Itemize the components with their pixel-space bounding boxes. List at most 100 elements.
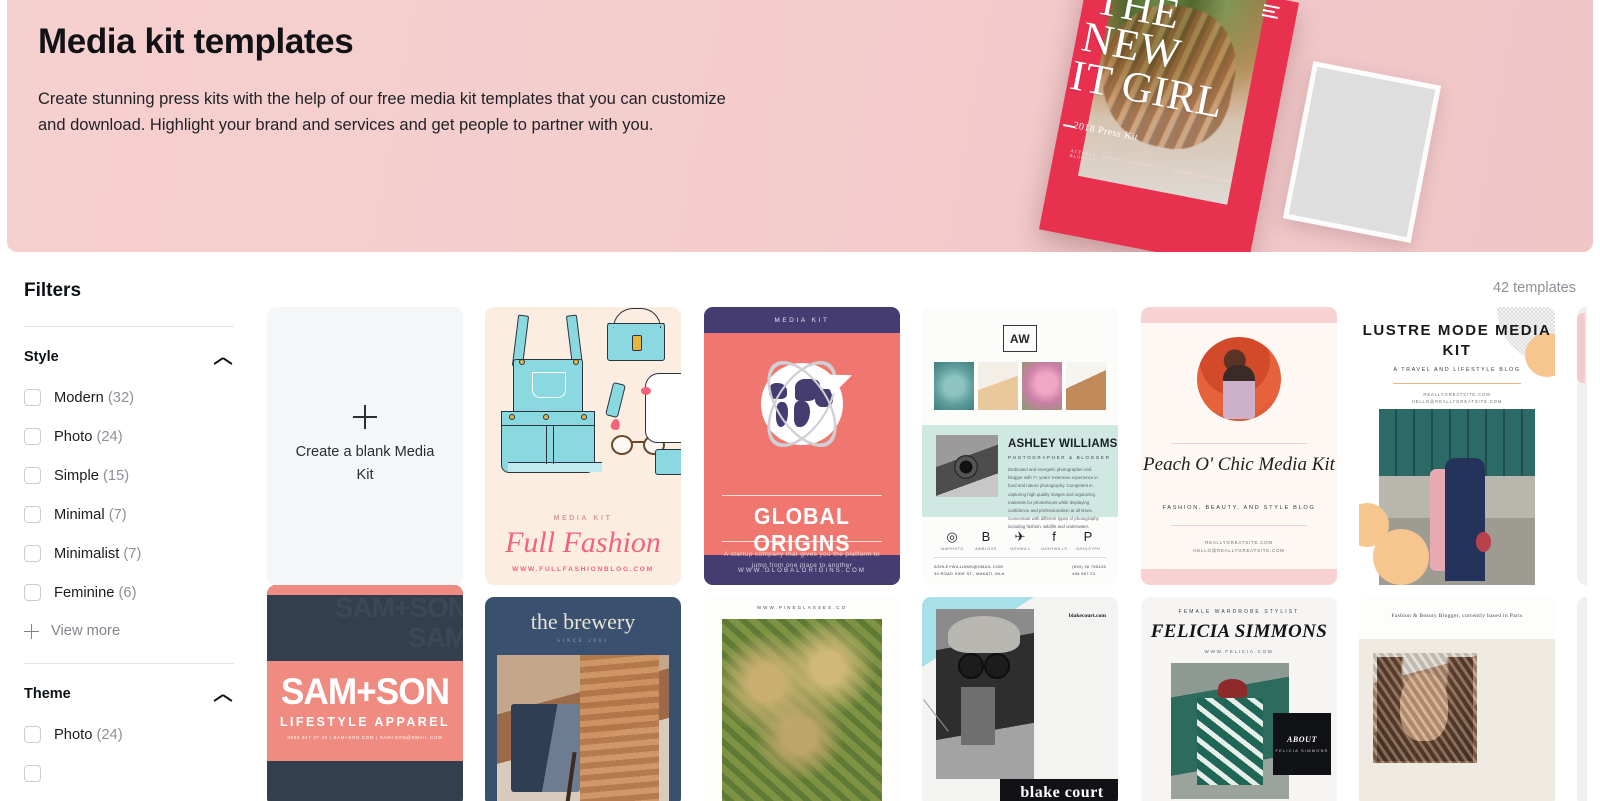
contact-phone: (639) 36 755425 [1072, 564, 1106, 569]
media-kit-kicker: MEDIA KIT [774, 316, 830, 324]
about-title: ABOUT [1286, 734, 1318, 744]
checkbox-feminine[interactable] [24, 584, 41, 601]
pineapple-photo [722, 619, 882, 801]
facebook-icon: f [1052, 529, 1056, 544]
social-item: B AWBLOGS [970, 529, 1002, 551]
template-url: REALLYGREATSITE.COM [1205, 540, 1273, 545]
template-title: blake court [1000, 779, 1118, 801]
chevron-up-icon[interactable] [212, 351, 234, 363]
chevron-up-icon[interactable] [212, 688, 234, 700]
template-url: blakecourt.com [1068, 613, 1106, 619]
filter-option-partial[interactable] [24, 765, 234, 782]
filter-option-theme-photo[interactable]: Photo (24) [24, 726, 234, 743]
pinterest-icon: P [1083, 529, 1093, 544]
globe-icon [753, 349, 857, 459]
filter-section-theme-title: Theme [24, 686, 71, 702]
ghost-line-1: SAM+SON [334, 592, 463, 623]
divider [1171, 443, 1307, 444]
filter-section-style-title: Style [24, 349, 59, 365]
filter-option-minimalist[interactable]: Minimalist (7) [24, 545, 234, 562]
template-contact: 0995 947 37 45 | SAM+SON.COM | SAM+SON@E… [287, 735, 443, 740]
social-handle: AWBLOGS [975, 547, 997, 551]
contact-footer: ASHLEYWILLIAMS@GMAIL.COM 34 ROAD SIDE ST… [934, 557, 1106, 577]
filter-count-text: (7) [123, 545, 142, 562]
social-handle: /AWPHOTO [940, 547, 964, 551]
template-subtitle: FASHION, BEAUTY, AND STYLE BLOG [1162, 505, 1316, 511]
checkbox-minimalist[interactable] [24, 545, 41, 562]
template-url: WWW.FELICIA.COM [1204, 649, 1274, 654]
photo-thumb [978, 362, 1018, 410]
contact-left: ASHLEYWILLIAMS@GMAIL.COM 34 ROAD SIDE ST… [934, 563, 1004, 577]
template-card-full-fashion[interactable]: MEDIA KIT Full Fashion WWW.FULLFASHIONBL… [485, 307, 681, 585]
template-card-sam-son[interactable]: SAM+SON SAM SAM+SON LIFESTYLE APPAREL 09… [267, 585, 463, 801]
filter-section-style-header[interactable]: Style [24, 349, 234, 365]
template-title: LUSTRE MODE MEDIA KIT [1362, 322, 1552, 359]
ghost-line-2: SAM [407, 622, 463, 653]
template-url: REALLYGREATSITE.COM [1423, 392, 1491, 397]
checkbox-modern[interactable] [24, 389, 41, 406]
handbag-illustration [607, 308, 665, 361]
about-box: ABOUT FELICIA SIMMONS [1273, 713, 1331, 775]
template-card-ashley-williams[interactable]: AW ASHLEY WILLIAMS PHOTOGRAPHER & BLOGGE… [922, 307, 1118, 585]
contact-email: ASHLEYWILLIAMS@GMAIL.COM [934, 564, 1004, 569]
contact-phone-2: 456 987 23 [1072, 571, 1096, 576]
template-card-pine-glasses[interactable]: WWW.PINEGLASSES.CO [704, 597, 900, 801]
template-contact: REALLYGREATSITE.COM HELLO@REALLYGREATSIT… [1359, 391, 1555, 405]
view-more-style-button[interactable]: View more [24, 623, 234, 639]
template-email: HELLO@REALLYGREATSITE.COM [1193, 548, 1285, 553]
plus-icon [24, 623, 39, 639]
fashion-photo [1171, 663, 1289, 799]
template-card-felicia-simmons[interactable]: FEMALE WARDROBE STYLIST FELICIA SIMMONS … [1141, 597, 1337, 801]
filter-section-theme: Theme Photo (24) [24, 663, 234, 782]
filters-title: Filters [24, 280, 82, 301]
media-kit-mockup-image: THE NEW IT GIRL 2018 Press Kit ACTRESS ·… [1038, 0, 1475, 252]
top-accent-bar [1141, 307, 1337, 323]
checkbox-theme-photo[interactable] [24, 726, 41, 743]
checkbox-simple[interactable] [24, 467, 41, 484]
create-blank-label: Create a blank Media Kit [295, 444, 435, 483]
checkbox-partial[interactable] [24, 765, 41, 782]
photo-thumb [934, 362, 974, 410]
full-fashion-footer: MEDIA KIT Full Fashion WWW.FULLFASHIONBL… [485, 515, 681, 573]
photo-thumb [1022, 362, 1062, 410]
filter-section-theme-header[interactable]: Theme [24, 686, 234, 702]
template-card-the-brewery[interactable]: the brewery SINCE 2001 [485, 597, 681, 801]
filter-option-minimal[interactable]: Minimal (7) [24, 506, 234, 523]
social-handle: /ASHWILL [1009, 547, 1031, 551]
template-subtitle: A TRAVEL AND LIFESTYLE BLOG [1393, 367, 1521, 373]
mockup-back-page [1282, 61, 1442, 243]
template-tagline: Fashion & Beauty Blogger, currently base… [1391, 613, 1523, 619]
filter-option-label: Minimalist (7) [54, 546, 141, 562]
filter-option-photo[interactable]: Photo (24) [24, 428, 234, 445]
template-card-peek[interactable] [1577, 597, 1587, 801]
social-handle: /ASHYWILLS [1040, 547, 1068, 551]
template-card-paris-blogger[interactable]: Fashion & Beauty Blogger, currently base… [1359, 597, 1555, 801]
template-url: WWW.PINEGLASSES.CO [756, 605, 848, 610]
filter-option-label: Minimal (7) [54, 507, 127, 523]
filter-option-simple[interactable]: Simple (15) [24, 467, 234, 484]
template-card-global-origins[interactable]: MEDIA KIT GLOBAL ORIGINS A startup compa… [704, 307, 900, 585]
portrait-photo [936, 609, 1034, 779]
filter-option-modern[interactable]: Modern (32) [24, 389, 234, 406]
media-kit-kicker: MEDIA KIT [553, 515, 613, 522]
overalls-illustration [495, 314, 602, 475]
hero-description: Create stunning press kits with the help… [38, 89, 726, 135]
filter-option-feminine[interactable]: Feminine (6) [24, 584, 234, 601]
template-card-blake-court[interactable]: blakecourt.com blake court [922, 597, 1118, 801]
hand-illustration [645, 373, 681, 443]
template-card-peach-o-chic[interactable]: Peach O' Chic Media Kit FASHION, BEAUTY,… [1141, 307, 1337, 585]
template-card-lustre-mode[interactable]: LUSTRE MODE MEDIA KIT A TRAVEL AND LIFES… [1359, 307, 1555, 585]
template-email: HELLO@REALLYGREATSITE.COM [1411, 399, 1503, 404]
checkbox-minimal[interactable] [24, 506, 41, 523]
filter-label-text: Minimal [54, 506, 105, 523]
template-title: FELICIA SIMMONS [1150, 621, 1328, 642]
template-count: 42 templates [1492, 280, 1576, 296]
checkbox-photo[interactable] [24, 428, 41, 445]
create-blank-media-kit-card[interactable]: Create a blank Media Kit [267, 307, 463, 585]
filter-option-label: Photo (24) [54, 429, 123, 445]
hero-copy: Media kit templates Create stunning pres… [38, 20, 728, 139]
filter-count-text: (7) [108, 506, 127, 523]
filters-sidebar: Filters Style Modern (32) Photo (24) Sim… [0, 252, 258, 782]
filter-option-label: Feminine (6) [54, 585, 136, 601]
filter-label-text: Minimalist [54, 545, 120, 562]
